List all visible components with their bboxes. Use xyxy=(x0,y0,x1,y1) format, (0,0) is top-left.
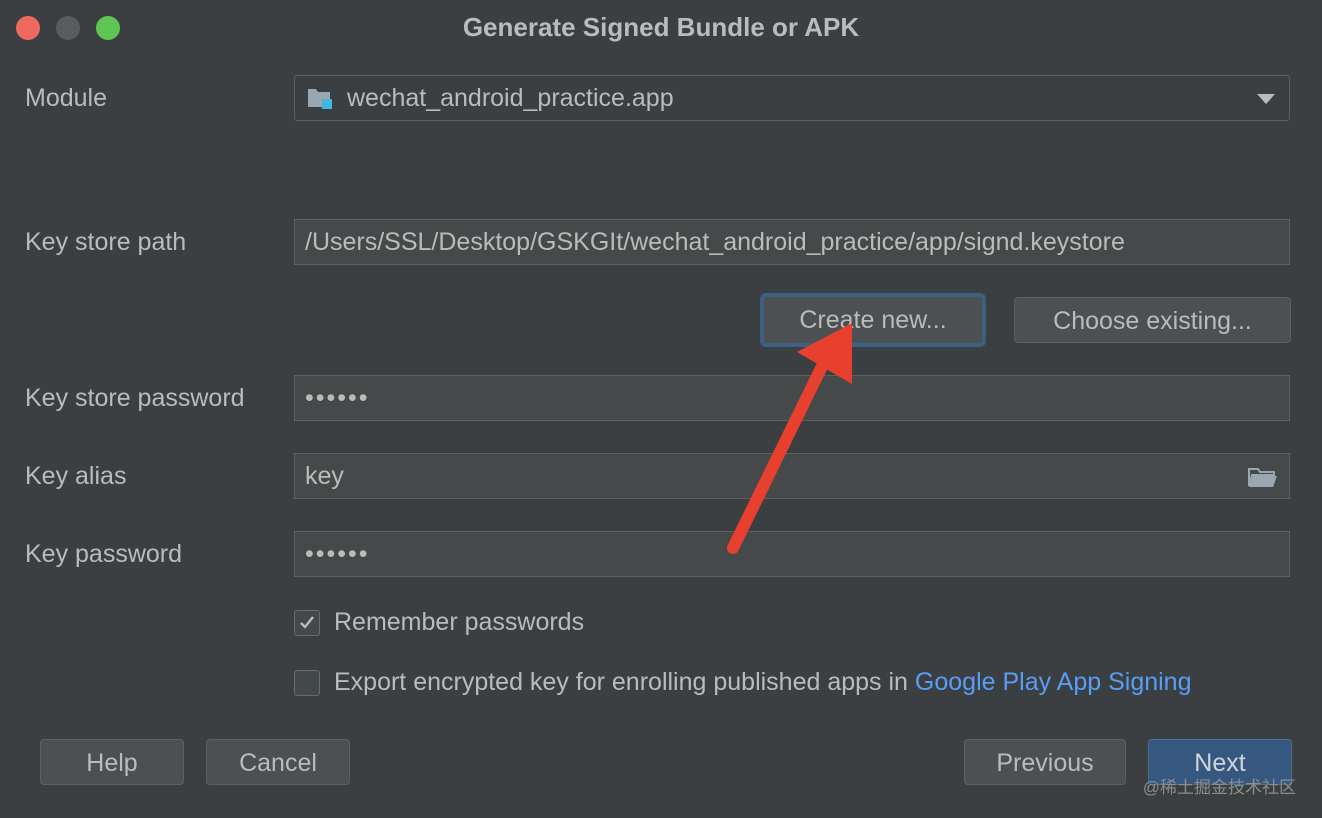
key-alias-input[interactable]: key xyxy=(294,453,1290,499)
key-store-path-input[interactable]: /Users/SSL/Desktop/GSKGIt/wechat_android… xyxy=(294,219,1290,265)
key-store-password-label: Key store password xyxy=(25,384,245,412)
key-store-password-input[interactable]: •••••• xyxy=(294,375,1290,421)
choose-existing-button[interactable]: Choose existing... xyxy=(1014,297,1291,343)
checkmark-icon xyxy=(300,616,314,629)
cancel-button[interactable]: Cancel xyxy=(206,739,350,785)
key-store-path-label: Key store path xyxy=(25,228,187,256)
key-alias-label: Key alias xyxy=(25,462,127,490)
key-password-label: Key password xyxy=(25,540,183,568)
module-value: wechat_android_practice.app xyxy=(347,84,674,112)
previous-button[interactable]: Previous xyxy=(964,739,1126,785)
remember-passwords-checkbox[interactable] xyxy=(294,610,320,636)
help-button[interactable]: Help xyxy=(40,739,184,785)
create-new-button[interactable]: Create new... xyxy=(762,295,984,345)
google-play-app-signing-link[interactable]: Google Play App Signing xyxy=(915,668,1192,696)
export-encrypted-key-checkbox[interactable] xyxy=(294,670,320,696)
key-password-input[interactable]: •••••• xyxy=(294,531,1290,577)
key-alias-value: key xyxy=(305,462,344,490)
export-text: Export encrypted key for enrolling publi… xyxy=(334,668,915,696)
remember-passwords-label: Remember passwords xyxy=(334,608,585,636)
export-encrypted-key-label: Export encrypted key for enrolling publi… xyxy=(334,668,1192,697)
module-select[interactable]: wechat_android_practice.app xyxy=(294,75,1290,121)
dialog-title: Generate Signed Bundle or APK xyxy=(462,12,860,42)
folder-open-icon[interactable] xyxy=(1247,465,1279,489)
title-bar: Generate Signed Bundle or APK xyxy=(0,0,1322,54)
watermark: @稀土掘金技术社区 xyxy=(1142,778,1296,797)
chevron-down-icon[interactable] xyxy=(1257,94,1275,104)
dialog-window: Generate Signed Bundle or APK Module wec… xyxy=(0,0,1322,818)
module-folder-icon xyxy=(308,89,332,109)
module-label: Module xyxy=(25,84,107,112)
